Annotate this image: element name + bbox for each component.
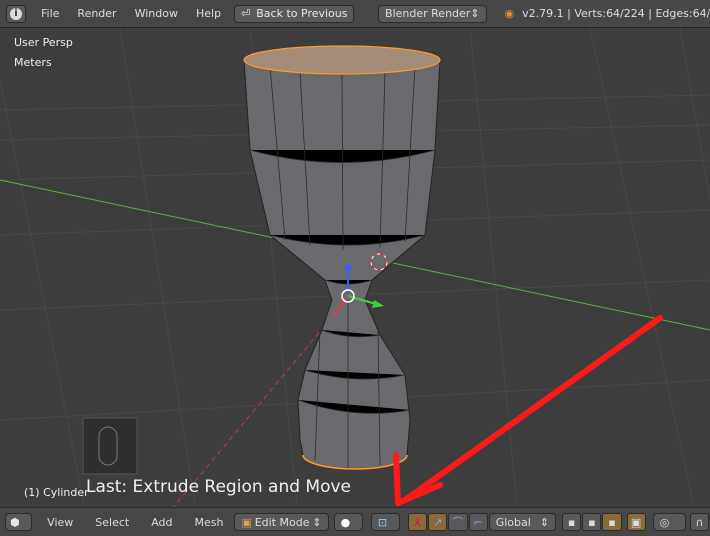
viewport-scene[interactable]: [0, 28, 710, 507]
top-header: i File Render Window Help ⏎ Back to Previ…: [0, 0, 710, 28]
magnet-icon: ∩: [695, 515, 704, 529]
updown-icon: ⇕: [312, 515, 322, 529]
mode-label: Edit Mode: [254, 515, 310, 529]
edge-icon: ▪: [588, 515, 596, 529]
menu-render[interactable]: Render: [68, 7, 125, 20]
shading-dropdown[interactable]: ●: [333, 513, 363, 531]
proportional-icon: ◎: [659, 515, 670, 529]
updown-icon: ⇕: [470, 7, 480, 20]
vertex-select-button[interactable]: ▪: [562, 513, 582, 531]
editor-type-button[interactable]: ⬢: [5, 513, 33, 531]
snap-toggle[interactable]: ∩: [689, 513, 709, 531]
menu-help[interactable]: Help: [187, 7, 230, 20]
rotate-icon: ⌒: [452, 516, 464, 529]
render-engine-dropdown[interactable]: Blender Render ⇕: [378, 4, 487, 23]
updown-icon: ⇕: [539, 515, 550, 529]
orientation-dropdown[interactable]: Global ⇕: [488, 513, 557, 531]
viewport-header: ⬢ View Select Add Mesh ▣ Edit Mode ⇕ ● ⊡ ⅄…: [0, 507, 710, 536]
manipulator-icon: ⅄: [414, 515, 421, 529]
back-icon: ⏎: [241, 7, 251, 20]
arrow-icon: ↗: [433, 515, 443, 529]
proportional-edit-dropdown[interactable]: ◎: [652, 513, 686, 531]
pivot-dropdown[interactable]: ⊡: [370, 513, 401, 531]
occlude-icon: ▣: [630, 515, 642, 529]
menu-add[interactable]: Add: [142, 516, 181, 529]
face-icon: ▪: [608, 515, 616, 529]
rotate-toggle[interactable]: ⌒: [448, 513, 468, 531]
edge-select-button[interactable]: ▪: [582, 513, 602, 531]
menu-view[interactable]: View: [38, 516, 82, 529]
edit-mode-icon: ▣: [241, 515, 252, 529]
sphere-icon: ●: [340, 515, 351, 529]
menu-window[interactable]: Window: [126, 7, 187, 20]
menu-select[interactable]: Select: [86, 516, 138, 529]
back-to-previous-button[interactable]: ⏎ Back to Previous: [234, 4, 355, 23]
render-engine-label: Blender Render: [385, 7, 471, 20]
units-label: Meters: [14, 56, 52, 69]
blender-logo-icon: ◉: [504, 7, 515, 20]
info-editor-type-button[interactable]: i: [6, 4, 26, 23]
pivot-icon: ⊡: [377, 515, 388, 529]
back-to-previous-label: Back to Previous: [256, 7, 348, 20]
scale-icon: ⌐: [473, 515, 483, 529]
mouse-indicator: [82, 417, 138, 475]
selected-top-face[interactable]: [243, 45, 441, 75]
face-select-button[interactable]: ▪: [602, 513, 622, 531]
cube-icon: ⬢: [10, 515, 20, 529]
vertex-icon: ▪: [567, 515, 576, 529]
3d-viewport[interactable]: User Persp Meters (1) Cylinder Last: Ext…: [0, 28, 710, 507]
mode-dropdown[interactable]: ▣ Edit Mode ⇕: [234, 513, 329, 531]
manipulator-toggle[interactable]: ⅄: [408, 513, 428, 531]
translate-toggle[interactable]: ↗: [428, 513, 448, 531]
view-name: User Persp: [14, 36, 73, 49]
annotation-arrow: [393, 315, 663, 506]
occlude-geometry-button[interactable]: ▣: [626, 513, 646, 531]
orientation-label: Global: [495, 515, 531, 529]
last-operator-panel[interactable]: Last: Extrude Region and Move: [86, 477, 351, 497]
menu-file[interactable]: File: [32, 7, 68, 20]
menu-mesh[interactable]: Mesh: [186, 516, 233, 529]
scene-stats: v2.79.1 | Verts:64/224 | Edges:64/: [522, 7, 710, 20]
scale-toggle[interactable]: ⌐: [468, 513, 488, 531]
object-label: (1) Cylinder: [24, 486, 89, 499]
info-icon: i: [10, 7, 22, 20]
